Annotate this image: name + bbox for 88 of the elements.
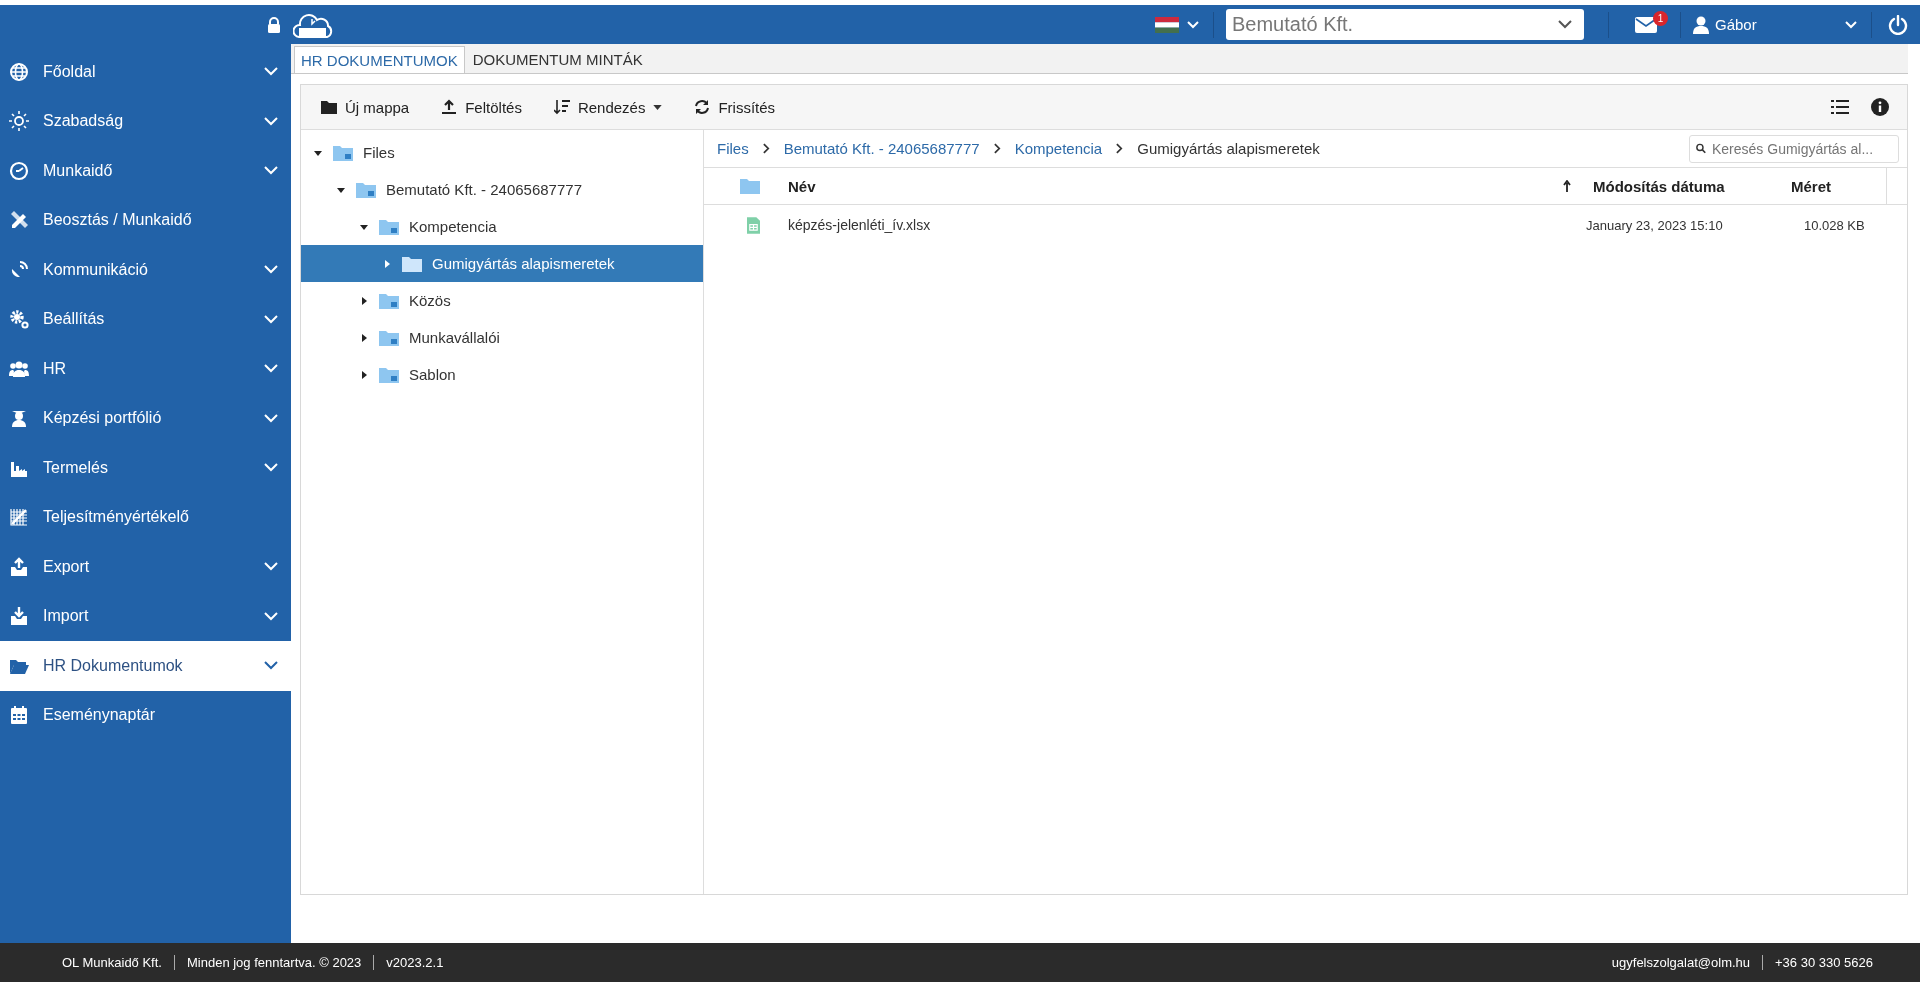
sidebar-item[interactable]: Eseménynaptár <box>0 690 291 740</box>
sort-arrow-icon[interactable] <box>1563 180 1571 192</box>
tab[interactable]: DOKUMENTUM MINTÁK <box>466 46 649 73</box>
breadcrumb-link[interactable]: Bemutató Kft. - 24065687777 <box>783 140 980 157</box>
notification-badge: 1 <box>1653 11 1668 26</box>
lock-icon[interactable] <box>267 16 281 33</box>
file-name[interactable]: képzés-jelenléti_ív.xlsx <box>774 217 1582 233</box>
folder-icon <box>379 329 399 346</box>
sort-icon <box>553 99 570 115</box>
sun-icon <box>9 111 29 132</box>
caret-icon <box>653 104 663 110</box>
upload-button[interactable]: Feltöltés <box>441 94 522 120</box>
sidebar-item[interactable]: Termelés <box>0 443 291 493</box>
footer-text: Minden jog fenntartva. © 2023 <box>173 955 374 970</box>
chevron-down-icon <box>1558 20 1572 29</box>
footer-text: OL Munkaidő Kft. <box>61 955 163 970</box>
sidebar-item[interactable]: Beosztás / Munkaidő <box>0 195 291 245</box>
tree-item[interactable]: Közös <box>301 282 703 319</box>
tree-item[interactable]: Gumigyártás alapismeretek <box>301 245 703 282</box>
caret-right-icon[interactable] <box>359 369 369 380</box>
flag-icon[interactable] <box>1155 16 1179 33</box>
globe-icon <box>9 61 29 82</box>
breadcrumb-link[interactable]: Files <box>717 140 749 157</box>
folder-icon <box>333 144 353 161</box>
pencil-ruler-icon <box>9 210 29 231</box>
footer-text: ugyfelszolgalat@olm.hu <box>1610 955 1752 970</box>
graduate-icon <box>9 408 29 429</box>
tree-item[interactable]: Kompetencia <box>301 208 703 245</box>
power-icon[interactable] <box>1888 14 1908 35</box>
sidebar-item[interactable]: Beállítás <box>0 294 291 344</box>
folder-icon <box>379 218 399 235</box>
folder-icon <box>356 181 376 198</box>
tray-upload-icon <box>9 556 29 577</box>
calendar-icon <box>9 705 29 726</box>
sidebar-item[interactable]: HR Dokumentumok <box>0 641 291 691</box>
chart-grid-icon <box>9 507 29 528</box>
caret-right-icon[interactable] <box>359 332 369 343</box>
sidebar-item[interactable]: Képzési portfólió <box>0 393 291 443</box>
tray-download-icon <box>9 606 29 627</box>
satellite-dish-icon <box>9 259 29 280</box>
info-icon[interactable] <box>1871 98 1889 116</box>
clock-icon <box>9 160 29 181</box>
sidebar-item[interactable]: Import <box>0 591 291 641</box>
folder-button[interactable]: Új mappa <box>321 94 410 120</box>
footer-text: +36 30 330 5626 <box>1762 955 1885 970</box>
chevron-right-icon <box>762 143 770 154</box>
column-header[interactable]: Módosítás dátuma <box>1593 177 1725 195</box>
sidebar-item[interactable]: Export <box>0 542 291 592</box>
tab[interactable]: HR DOKUMENTUMOK <box>294 46 465 73</box>
footer-text: v2023.2.1 <box>373 955 456 970</box>
sidebar-item[interactable]: Munkaidő <box>0 146 291 196</box>
refresh-button[interactable]: Frissítés <box>694 94 776 120</box>
company-select[interactable]: Bemutató Kft. <box>1226 9 1584 40</box>
folder-icon <box>379 366 399 383</box>
table-cell-text: 10.028 KB <box>1803 217 1866 233</box>
search-icon <box>1696 142 1706 155</box>
tree-item[interactable]: Bemutató Kft. - 24065687777 <box>301 171 703 208</box>
gears-icon <box>9 309 29 330</box>
sidebar-item[interactable]: Teljesítményértékelő <box>0 492 291 542</box>
chevron-down-icon[interactable] <box>264 661 278 671</box>
user-name[interactable]: Gábor <box>1715 16 1845 33</box>
user-icon <box>1693 15 1709 34</box>
tree-item[interactable]: Sablon <box>301 356 703 393</box>
tree-item[interactable]: Munkavállalói <box>301 319 703 356</box>
folder-icon <box>379 292 399 309</box>
table-cell-text: January 23, 2023 15:10 <box>1585 217 1724 233</box>
folder-icon <box>740 178 760 194</box>
sidebar-item[interactable]: Szabadság <box>0 96 291 146</box>
upload-icon <box>441 99 458 115</box>
refresh-icon <box>694 99 711 115</box>
sort-button[interactable]: Rendezés <box>553 94 663 120</box>
chevron-right-icon <box>1116 143 1124 154</box>
sidebar-item[interactable]: HR <box>0 344 291 394</box>
column-header[interactable]: Név <box>788 177 816 195</box>
search-field[interactable]: Keresés Gumigyártás al... <box>1689 134 1899 163</box>
spreadsheet-file-icon <box>747 216 760 234</box>
breadcrumb-link[interactable]: Kompetencia <box>1014 140 1103 157</box>
mail-icon[interactable] <box>1635 16 1657 33</box>
folder-icon <box>402 255 422 272</box>
list-view-icon[interactable] <box>1831 100 1849 114</box>
sidebar-item[interactable]: Kommunikáció <box>0 245 291 295</box>
column-header[interactable]: Méret <box>1791 177 1831 195</box>
caret-right-icon[interactable] <box>359 295 369 306</box>
tree-item[interactable]: Files <box>301 134 703 171</box>
folder-icon <box>321 99 337 115</box>
chevron-right-icon <box>993 143 1001 154</box>
breadcrumb-current: Gumigyártás alapismeretek <box>1137 140 1320 157</box>
sidebar-item[interactable]: Főoldal <box>0 47 291 97</box>
